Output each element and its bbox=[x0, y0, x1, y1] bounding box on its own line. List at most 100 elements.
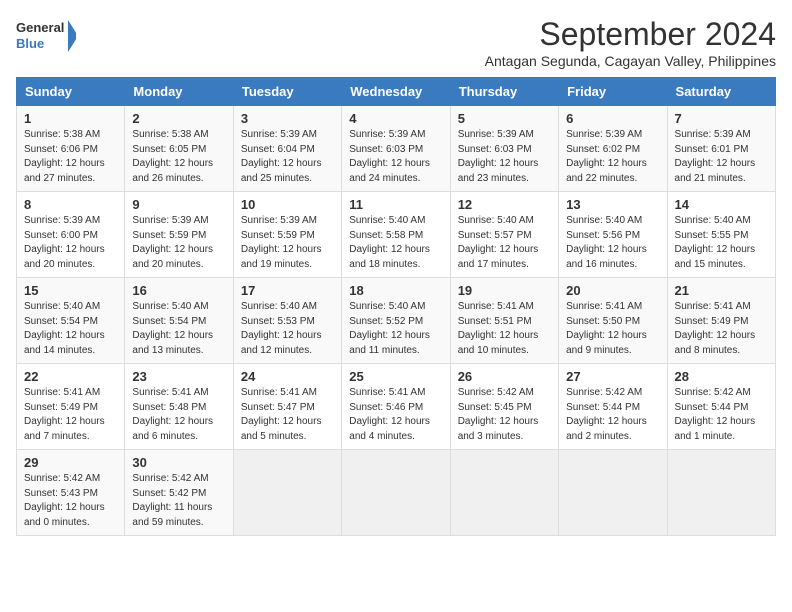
day-number: 6 bbox=[566, 111, 659, 126]
table-cell: 5 Sunrise: 5:39 AM Sunset: 6:03 PM Dayli… bbox=[450, 106, 558, 192]
day-info: Sunrise: 5:40 AM Sunset: 5:55 PM Dayligh… bbox=[675, 214, 768, 272]
table-cell bbox=[342, 450, 450, 536]
day-info: Sunrise: 5:38 AM Sunset: 6:06 PM Dayligh… bbox=[24, 128, 117, 186]
table-cell bbox=[450, 450, 558, 536]
table-cell: 13 Sunrise: 5:40 AM Sunset: 5:56 PM Dayl… bbox=[559, 192, 667, 278]
logo: General Blue bbox=[16, 16, 76, 56]
table-cell: 30 Sunrise: 5:42 AM Sunset: 5:42 PM Dayl… bbox=[125, 450, 233, 536]
day-number: 26 bbox=[458, 369, 551, 384]
day-number: 20 bbox=[566, 283, 659, 298]
page-header: General Blue September 2024 Antagan Segu… bbox=[16, 16, 776, 69]
day-number: 1 bbox=[24, 111, 117, 126]
day-number: 29 bbox=[24, 455, 117, 470]
day-number: 25 bbox=[349, 369, 442, 384]
day-number: 7 bbox=[675, 111, 768, 126]
table-cell: 21 Sunrise: 5:41 AM Sunset: 5:49 PM Dayl… bbox=[667, 278, 775, 364]
day-number: 8 bbox=[24, 197, 117, 212]
day-info: Sunrise: 5:39 AM Sunset: 6:00 PM Dayligh… bbox=[24, 214, 117, 272]
table-cell: 28 Sunrise: 5:42 AM Sunset: 5:44 PM Dayl… bbox=[667, 364, 775, 450]
subtitle: Antagan Segunda, Cagayan Valley, Philipp… bbox=[485, 53, 776, 69]
table-cell: 19 Sunrise: 5:41 AM Sunset: 5:51 PM Dayl… bbox=[450, 278, 558, 364]
header-sunday: Sunday bbox=[17, 78, 125, 106]
day-info: Sunrise: 5:39 AM Sunset: 6:02 PM Dayligh… bbox=[566, 128, 659, 186]
table-cell: 8 Sunrise: 5:39 AM Sunset: 6:00 PM Dayli… bbox=[17, 192, 125, 278]
day-info: Sunrise: 5:42 AM Sunset: 5:44 PM Dayligh… bbox=[675, 386, 768, 444]
day-info: Sunrise: 5:40 AM Sunset: 5:53 PM Dayligh… bbox=[241, 300, 334, 358]
title-area: September 2024 Antagan Segunda, Cagayan … bbox=[485, 16, 776, 69]
day-info: Sunrise: 5:39 AM Sunset: 6:03 PM Dayligh… bbox=[458, 128, 551, 186]
day-info: Sunrise: 5:40 AM Sunset: 5:56 PM Dayligh… bbox=[566, 214, 659, 272]
table-cell: 14 Sunrise: 5:40 AM Sunset: 5:55 PM Dayl… bbox=[667, 192, 775, 278]
day-number: 24 bbox=[241, 369, 334, 384]
day-info: Sunrise: 5:42 AM Sunset: 5:45 PM Dayligh… bbox=[458, 386, 551, 444]
table-cell: 17 Sunrise: 5:40 AM Sunset: 5:53 PM Dayl… bbox=[233, 278, 341, 364]
table-cell: 11 Sunrise: 5:40 AM Sunset: 5:58 PM Dayl… bbox=[342, 192, 450, 278]
table-cell: 7 Sunrise: 5:39 AM Sunset: 6:01 PM Dayli… bbox=[667, 106, 775, 192]
day-number: 3 bbox=[241, 111, 334, 126]
day-info: Sunrise: 5:39 AM Sunset: 5:59 PM Dayligh… bbox=[241, 214, 334, 272]
day-number: 2 bbox=[132, 111, 225, 126]
day-number: 4 bbox=[349, 111, 442, 126]
day-number: 10 bbox=[241, 197, 334, 212]
svg-text:Blue: Blue bbox=[16, 36, 44, 51]
table-cell: 6 Sunrise: 5:39 AM Sunset: 6:02 PM Dayli… bbox=[559, 106, 667, 192]
table-cell: 16 Sunrise: 5:40 AM Sunset: 5:54 PM Dayl… bbox=[125, 278, 233, 364]
table-cell: 25 Sunrise: 5:41 AM Sunset: 5:46 PM Dayl… bbox=[342, 364, 450, 450]
svg-text:General: General bbox=[16, 20, 64, 35]
day-info: Sunrise: 5:41 AM Sunset: 5:46 PM Dayligh… bbox=[349, 386, 442, 444]
day-info: Sunrise: 5:40 AM Sunset: 5:54 PM Dayligh… bbox=[24, 300, 117, 358]
day-number: 9 bbox=[132, 197, 225, 212]
day-number: 18 bbox=[349, 283, 442, 298]
table-cell: 15 Sunrise: 5:40 AM Sunset: 5:54 PM Dayl… bbox=[17, 278, 125, 364]
header-friday: Friday bbox=[559, 78, 667, 106]
day-info: Sunrise: 5:41 AM Sunset: 5:49 PM Dayligh… bbox=[675, 300, 768, 358]
day-info: Sunrise: 5:41 AM Sunset: 5:47 PM Dayligh… bbox=[241, 386, 334, 444]
header-monday: Monday bbox=[125, 78, 233, 106]
day-info: Sunrise: 5:40 AM Sunset: 5:58 PM Dayligh… bbox=[349, 214, 442, 272]
table-cell: 1 Sunrise: 5:38 AM Sunset: 6:06 PM Dayli… bbox=[17, 106, 125, 192]
day-number: 21 bbox=[675, 283, 768, 298]
table-cell: 27 Sunrise: 5:42 AM Sunset: 5:44 PM Dayl… bbox=[559, 364, 667, 450]
day-number: 30 bbox=[132, 455, 225, 470]
table-cell: 20 Sunrise: 5:41 AM Sunset: 5:50 PM Dayl… bbox=[559, 278, 667, 364]
day-number: 19 bbox=[458, 283, 551, 298]
day-info: Sunrise: 5:41 AM Sunset: 5:51 PM Dayligh… bbox=[458, 300, 551, 358]
day-number: 17 bbox=[241, 283, 334, 298]
week-row-2: 8 Sunrise: 5:39 AM Sunset: 6:00 PM Dayli… bbox=[17, 192, 776, 278]
day-info: Sunrise: 5:40 AM Sunset: 5:57 PM Dayligh… bbox=[458, 214, 551, 272]
day-number: 28 bbox=[675, 369, 768, 384]
table-cell: 12 Sunrise: 5:40 AM Sunset: 5:57 PM Dayl… bbox=[450, 192, 558, 278]
day-number: 15 bbox=[24, 283, 117, 298]
table-cell: 4 Sunrise: 5:39 AM Sunset: 6:03 PM Dayli… bbox=[342, 106, 450, 192]
day-info: Sunrise: 5:40 AM Sunset: 5:52 PM Dayligh… bbox=[349, 300, 442, 358]
header-row: Sunday Monday Tuesday Wednesday Thursday… bbox=[17, 78, 776, 106]
day-info: Sunrise: 5:42 AM Sunset: 5:43 PM Dayligh… bbox=[24, 472, 117, 530]
table-cell: 2 Sunrise: 5:38 AM Sunset: 6:05 PM Dayli… bbox=[125, 106, 233, 192]
table-cell bbox=[667, 450, 775, 536]
day-number: 12 bbox=[458, 197, 551, 212]
week-row-4: 22 Sunrise: 5:41 AM Sunset: 5:49 PM Dayl… bbox=[17, 364, 776, 450]
week-row-5: 29 Sunrise: 5:42 AM Sunset: 5:43 PM Dayl… bbox=[17, 450, 776, 536]
day-info: Sunrise: 5:41 AM Sunset: 5:49 PM Dayligh… bbox=[24, 386, 117, 444]
day-info: Sunrise: 5:41 AM Sunset: 5:48 PM Dayligh… bbox=[132, 386, 225, 444]
day-info: Sunrise: 5:39 AM Sunset: 5:59 PM Dayligh… bbox=[132, 214, 225, 272]
day-info: Sunrise: 5:38 AM Sunset: 6:05 PM Dayligh… bbox=[132, 128, 225, 186]
day-number: 22 bbox=[24, 369, 117, 384]
header-tuesday: Tuesday bbox=[233, 78, 341, 106]
table-cell: 18 Sunrise: 5:40 AM Sunset: 5:52 PM Dayl… bbox=[342, 278, 450, 364]
week-row-1: 1 Sunrise: 5:38 AM Sunset: 6:06 PM Dayli… bbox=[17, 106, 776, 192]
day-number: 11 bbox=[349, 197, 442, 212]
day-number: 23 bbox=[132, 369, 225, 384]
day-number: 27 bbox=[566, 369, 659, 384]
table-cell: 9 Sunrise: 5:39 AM Sunset: 5:59 PM Dayli… bbox=[125, 192, 233, 278]
week-row-3: 15 Sunrise: 5:40 AM Sunset: 5:54 PM Dayl… bbox=[17, 278, 776, 364]
day-info: Sunrise: 5:39 AM Sunset: 6:04 PM Dayligh… bbox=[241, 128, 334, 186]
table-cell bbox=[233, 450, 341, 536]
main-title: September 2024 bbox=[485, 16, 776, 53]
header-thursday: Thursday bbox=[450, 78, 558, 106]
table-cell: 23 Sunrise: 5:41 AM Sunset: 5:48 PM Dayl… bbox=[125, 364, 233, 450]
table-cell: 24 Sunrise: 5:41 AM Sunset: 5:47 PM Dayl… bbox=[233, 364, 341, 450]
table-cell: 10 Sunrise: 5:39 AM Sunset: 5:59 PM Dayl… bbox=[233, 192, 341, 278]
table-cell: 29 Sunrise: 5:42 AM Sunset: 5:43 PM Dayl… bbox=[17, 450, 125, 536]
day-info: Sunrise: 5:39 AM Sunset: 6:01 PM Dayligh… bbox=[675, 128, 768, 186]
